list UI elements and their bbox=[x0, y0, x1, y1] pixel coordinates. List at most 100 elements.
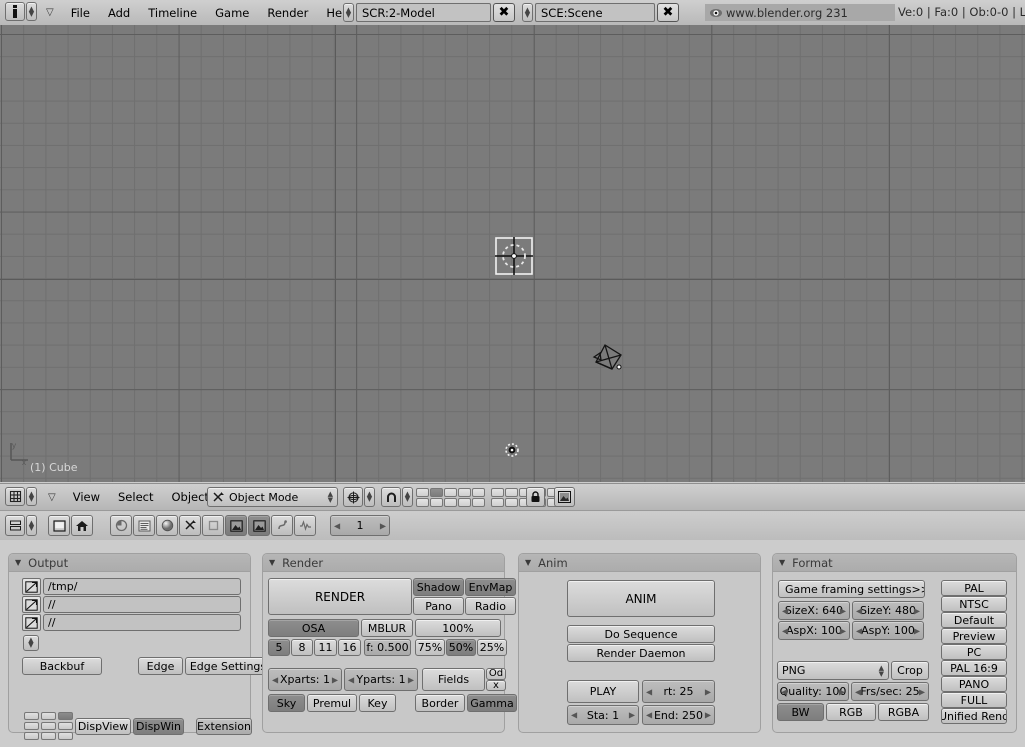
panel-output-header[interactable]: ▼ Output bbox=[9, 554, 250, 572]
size-x-dec-arrow[interactable]: ◀ bbox=[782, 606, 788, 615]
fps-inc-arrow[interactable]: ▶ bbox=[919, 687, 925, 696]
size-75-button[interactable]: 75% bbox=[415, 639, 445, 656]
object-icon[interactable] bbox=[179, 515, 201, 536]
3d-window-type-spinner[interactable]: ▲ ▼ bbox=[26, 487, 37, 506]
3d-menu-collapse-icon[interactable]: ▽ bbox=[40, 492, 64, 503]
size-y-field[interactable]: ◀ SizeY: 480 ▶ bbox=[852, 601, 924, 620]
osa-5-button[interactable]: 5 bbox=[268, 639, 290, 656]
size-50-button[interactable]: 50% bbox=[446, 639, 476, 656]
file-format-selector[interactable]: PNG ▲ ▼ bbox=[777, 661, 889, 680]
edge-button[interactable]: Edge bbox=[138, 657, 183, 675]
home-icon[interactable] bbox=[71, 515, 93, 536]
start-dec-arrow[interactable]: ◀ bbox=[571, 711, 577, 720]
layer-cell[interactable] bbox=[444, 498, 457, 507]
odd-fields-button[interactable]: Od bbox=[486, 668, 506, 680]
render-image-icon[interactable] bbox=[554, 487, 575, 507]
screen-selector[interactable]: ▲ ▼ SCR:2-Model ✖ bbox=[343, 3, 515, 22]
display-grid-cell[interactable] bbox=[41, 712, 56, 720]
collapse-triangle-icon[interactable]: ▼ bbox=[15, 558, 21, 567]
render-button[interactable]: RENDER bbox=[268, 578, 412, 615]
layer-group-1[interactable] bbox=[416, 488, 485, 507]
osa-11-button[interactable]: 11 bbox=[314, 639, 337, 656]
file-browse-icon[interactable] bbox=[22, 614, 41, 631]
key-button[interactable]: Key bbox=[359, 694, 396, 712]
fields-x-button[interactable]: x bbox=[486, 680, 506, 691]
layer-cell[interactable] bbox=[416, 498, 429, 507]
quality-inc-arrow[interactable]: ▶ bbox=[839, 687, 845, 696]
render-icon[interactable] bbox=[248, 515, 270, 536]
display-grid-cell[interactable] bbox=[41, 732, 56, 740]
preset-pal-button[interactable]: PAL bbox=[941, 580, 1007, 596]
size-y-inc-arrow[interactable]: ▶ bbox=[914, 606, 920, 615]
lock-icon[interactable] bbox=[526, 487, 545, 507]
output-path-row-1[interactable]: /tmp/ bbox=[22, 578, 241, 595]
edge-settings-button[interactable]: Edge Settings bbox=[185, 657, 271, 675]
unified-render-button[interactable]: Unified Rend bbox=[941, 708, 1007, 724]
panel-format-header[interactable]: ▼ Format bbox=[773, 554, 1016, 572]
context-buttons[interactable] bbox=[110, 515, 247, 536]
xparts-field[interactable]: ◀ Xparts: 1 ▶ bbox=[268, 668, 342, 691]
scene-sub-buttons[interactable] bbox=[248, 515, 316, 536]
render-daemon-button[interactable]: Render Daemon bbox=[567, 644, 715, 662]
mblur-button[interactable]: MBLUR bbox=[361, 619, 413, 637]
preset-pc-button[interactable]: PC bbox=[941, 644, 1007, 660]
osa-button[interactable]: OSA bbox=[268, 619, 359, 637]
menu-timeline[interactable]: Timeline bbox=[139, 0, 206, 25]
logic-icon[interactable] bbox=[110, 515, 132, 536]
shadow-button[interactable]: Shadow bbox=[413, 578, 464, 596]
panel-anim-header[interactable]: ▼ Anim bbox=[519, 554, 760, 572]
yparts-dec-arrow[interactable]: ◀ bbox=[348, 675, 354, 684]
window-type-spinner[interactable]: ▲ ▼ bbox=[26, 2, 37, 21]
file-browse-icon[interactable] bbox=[22, 596, 41, 613]
rt-dec-arrow[interactable]: ◀ bbox=[646, 687, 652, 696]
bw-button[interactable]: BW bbox=[777, 703, 824, 721]
size-percent-button[interactable]: 100% bbox=[415, 619, 501, 637]
frame-dec-arrow[interactable]: ◀ bbox=[334, 521, 340, 530]
radio-button[interactable]: Radio bbox=[465, 597, 516, 615]
xparts-dec-arrow[interactable]: ◀ bbox=[272, 675, 278, 684]
window-type-selector[interactable]: ▲ ▼ bbox=[5, 2, 37, 21]
script-icon[interactable] bbox=[133, 515, 155, 536]
yparts-field[interactable]: ◀ Yparts: 1 ▶ bbox=[344, 668, 418, 691]
output-path-row-2[interactable]: // bbox=[22, 596, 241, 613]
size-25-button[interactable]: 25% bbox=[477, 639, 507, 656]
scene-selector[interactable]: ▲ ▼ SCE:Scene ✖ bbox=[522, 3, 679, 22]
3d-view-icon[interactable] bbox=[5, 487, 25, 506]
preset-pal16-9-button[interactable]: PAL 16:9 bbox=[941, 660, 1007, 676]
full-window-icon[interactable] bbox=[48, 515, 70, 536]
osa-8-button[interactable]: 8 bbox=[291, 639, 313, 656]
asp-x-field[interactable]: ◀ AspX: 100 ▶ bbox=[778, 621, 850, 640]
editing-icon[interactable] bbox=[202, 515, 224, 536]
dispwin-button[interactable]: DispWin bbox=[133, 718, 184, 735]
delete-scene-button[interactable]: ✖ bbox=[657, 3, 679, 22]
asp-y-dec-arrow[interactable]: ◀ bbox=[856, 626, 862, 635]
3d-menu-view[interactable]: View bbox=[64, 484, 109, 510]
envmap-button[interactable]: EnvMap bbox=[465, 578, 516, 596]
gamma-button[interactable]: Gamma bbox=[467, 694, 517, 712]
display-grid-cell[interactable] bbox=[58, 712, 73, 720]
3d-menu-select[interactable]: Select bbox=[109, 484, 162, 510]
fields-button[interactable]: Fields bbox=[422, 668, 485, 691]
panel-render-header[interactable]: ▼ Render bbox=[263, 554, 504, 572]
buttons-window-spinner[interactable]: ▲ ▼ bbox=[26, 515, 37, 536]
asp-x-inc-arrow[interactable]: ▶ bbox=[840, 626, 846, 635]
menu-file[interactable]: File bbox=[62, 0, 99, 25]
rgb-button[interactable]: RGB bbox=[826, 703, 876, 721]
sky-button[interactable]: Sky bbox=[268, 694, 305, 712]
backbuf-button[interactable]: Backbuf bbox=[22, 657, 102, 675]
snap-spinner[interactable]: ▲ ▼ bbox=[402, 487, 413, 507]
layer-cell[interactable] bbox=[491, 498, 504, 507]
menu-game[interactable]: Game bbox=[206, 0, 258, 25]
anim-icon[interactable] bbox=[271, 515, 293, 536]
screen-spinner-icon[interactable]: ▲ ▼ bbox=[343, 3, 354, 22]
3d-viewport[interactable]: y x (1) Cube bbox=[0, 25, 1025, 482]
play-button[interactable]: PLAY bbox=[567, 680, 639, 703]
pivot-icon[interactable] bbox=[343, 487, 363, 507]
buttons-window-type-selector[interactable]: ▲ ▼ bbox=[5, 515, 37, 536]
sound-icon[interactable] bbox=[294, 515, 316, 536]
backbuf-browse-spinner[interactable]: ▲ ▼ bbox=[23, 635, 39, 651]
mblur-factor-field[interactable]: f: 0.500 bbox=[364, 639, 411, 656]
collapse-triangle-icon[interactable]: ▼ bbox=[269, 558, 275, 567]
premul-button[interactable]: Premul bbox=[307, 694, 357, 712]
menu-add[interactable]: Add bbox=[99, 0, 139, 25]
